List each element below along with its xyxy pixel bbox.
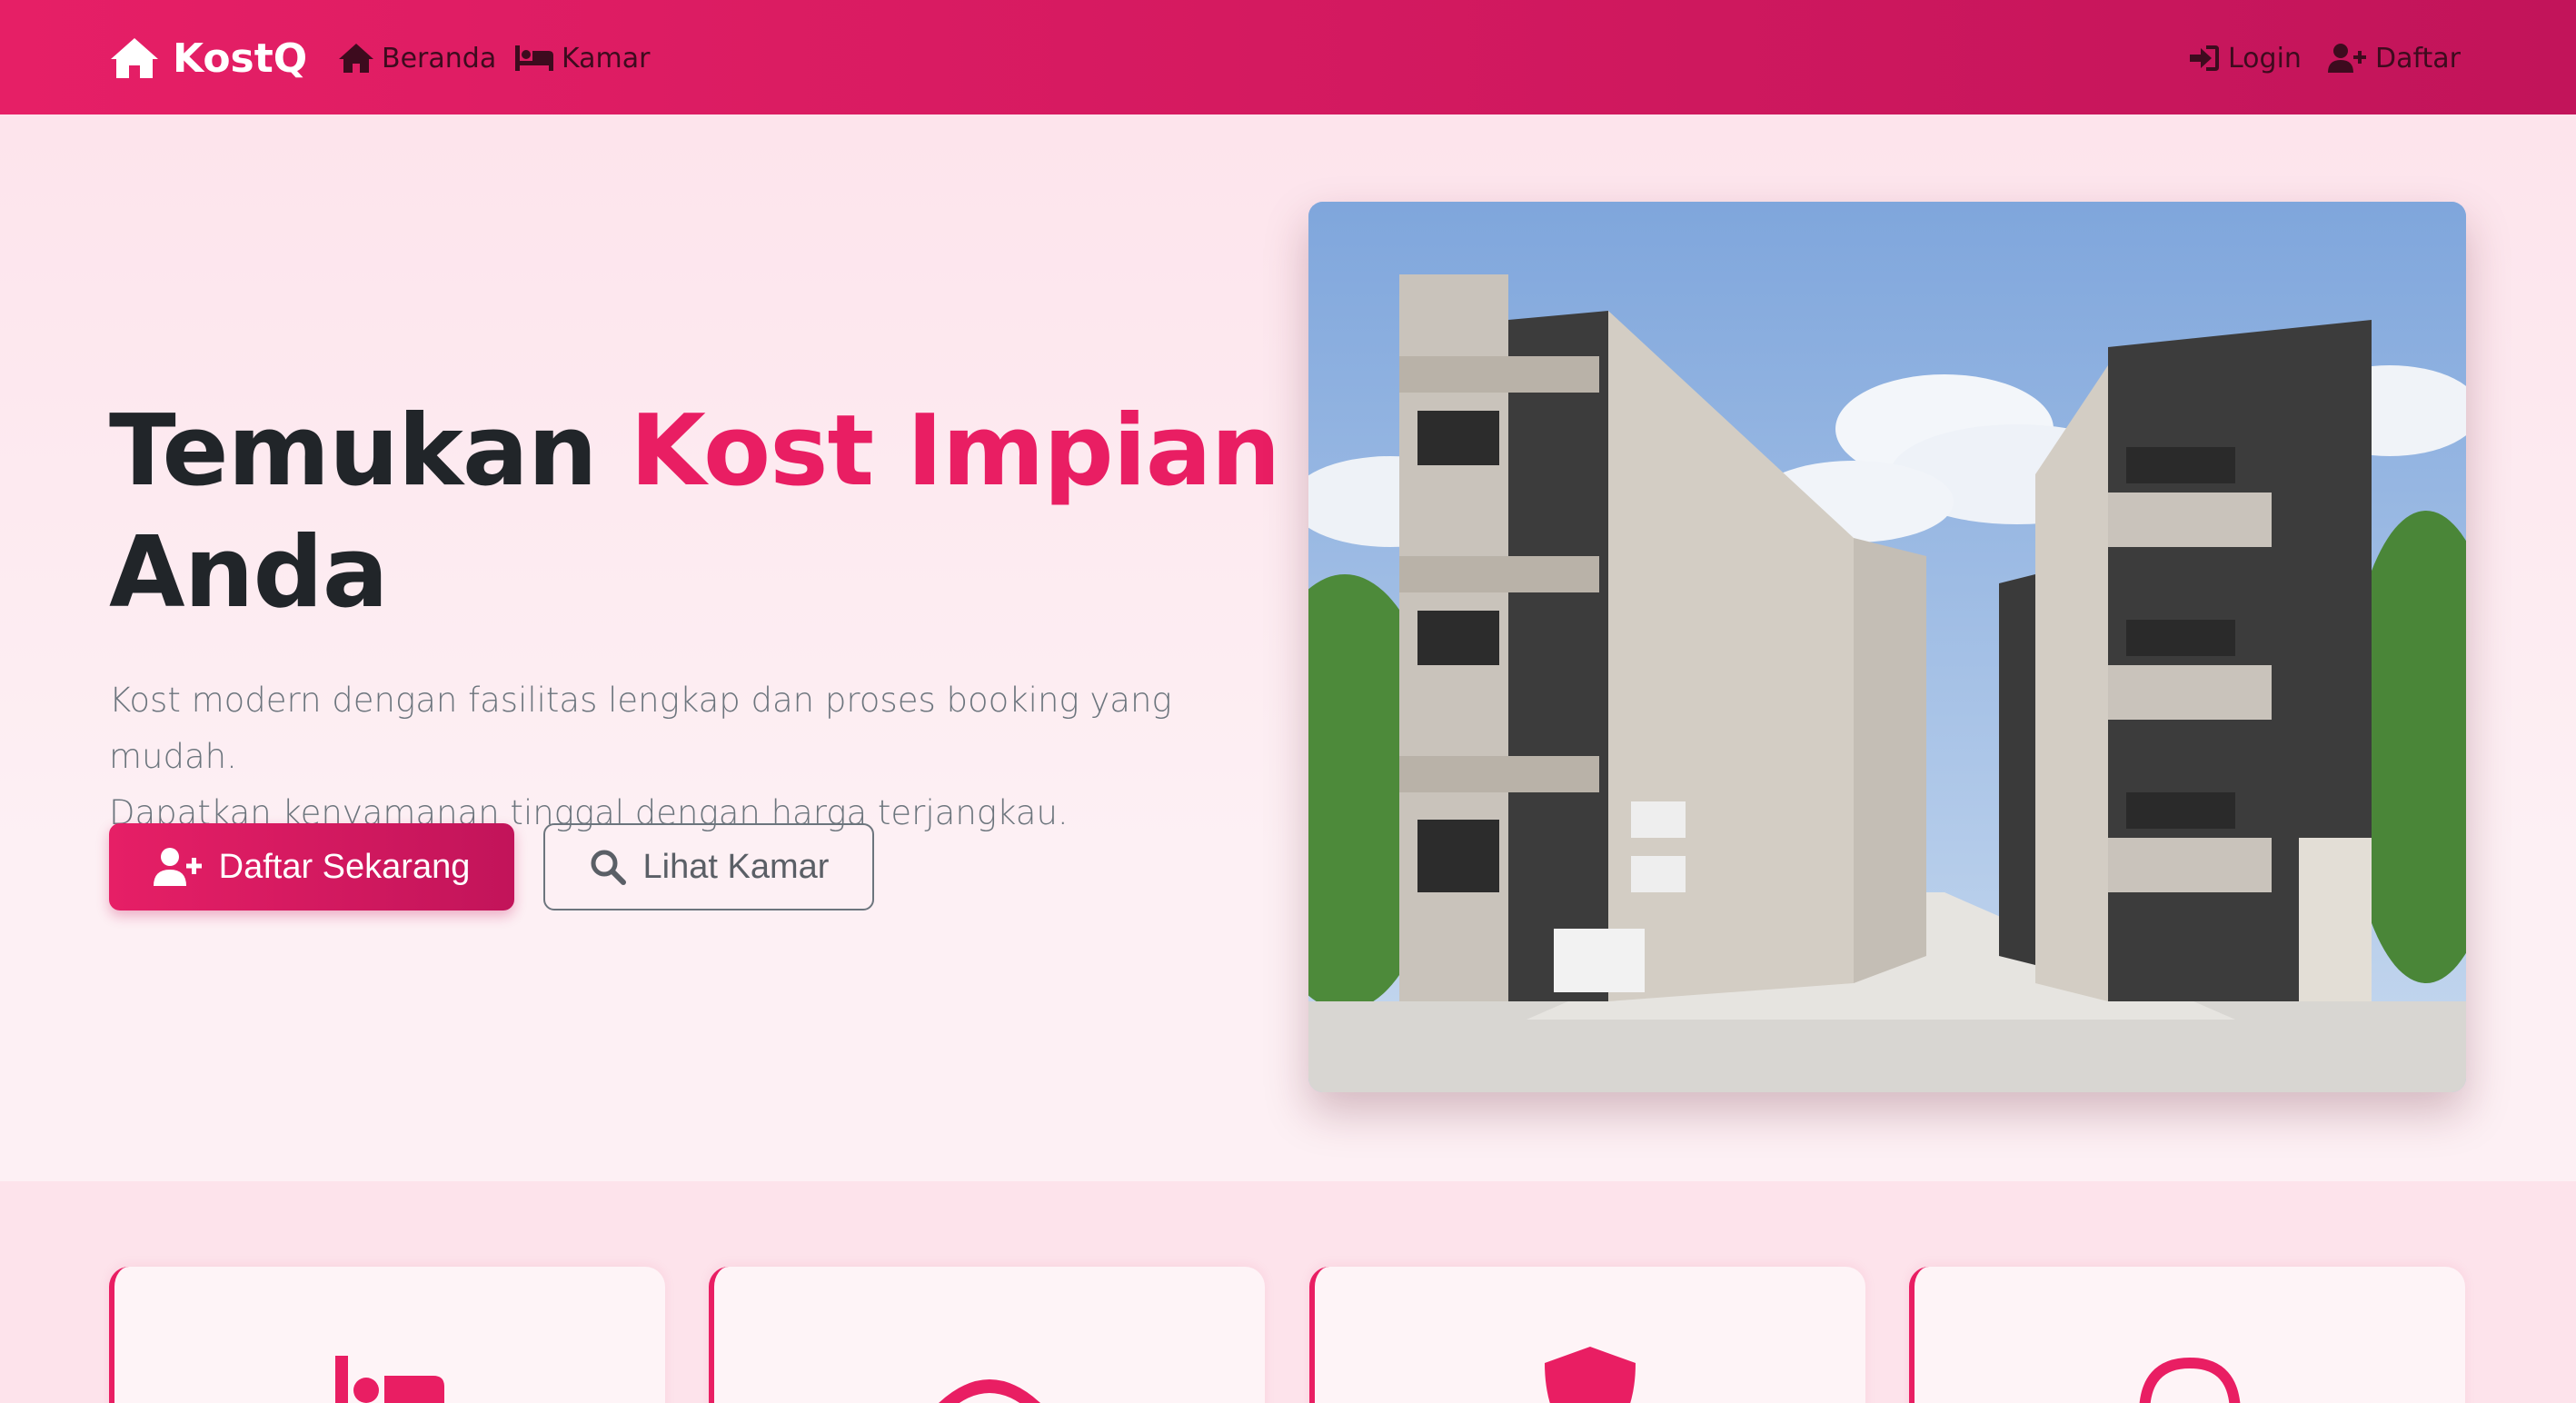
nav-item-label: Daftar bbox=[2375, 42, 2461, 75]
hero-building-image bbox=[1308, 202, 2466, 1092]
brand-link[interactable]: KostQ bbox=[109, 33, 307, 84]
nav-item-label: Beranda bbox=[382, 42, 497, 75]
button-label: Daftar Sekarang bbox=[218, 847, 471, 886]
home-icon bbox=[339, 44, 373, 73]
nav-item-login[interactable]: Login bbox=[2188, 38, 2302, 78]
nav-item-kamar[interactable]: Kamar bbox=[514, 38, 650, 78]
search-icon bbox=[591, 850, 626, 885]
sign-in-icon bbox=[2190, 45, 2219, 71]
user-plus-icon bbox=[153, 848, 202, 886]
nav-item-label: Login bbox=[2228, 42, 2302, 75]
user-plus-icon bbox=[2328, 44, 2366, 73]
bed-icon bbox=[335, 1356, 444, 1403]
nav-item-daftar[interactable]: Daftar bbox=[2328, 38, 2461, 78]
shield-icon bbox=[1545, 1347, 1636, 1403]
feature-card-kamar bbox=[109, 1267, 665, 1403]
hero-subtitle: Kost modern dengan fasilitas lengkap dan… bbox=[109, 672, 1308, 841]
navbar: KostQ Beranda Kamar Login Daftar bbox=[0, 0, 2576, 114]
brand-name: KostQ bbox=[173, 35, 308, 82]
nav-item-beranda[interactable]: Beranda bbox=[338, 38, 496, 78]
wifi-icon bbox=[939, 1379, 1040, 1403]
button-label: Lihat Kamar bbox=[642, 847, 830, 886]
hero-title-start: Temukan bbox=[109, 394, 598, 508]
feature-card-keamanan bbox=[1309, 1267, 1865, 1403]
hero-subtitle-line1: Kost modern dengan fasilitas lengkap dan… bbox=[109, 681, 1172, 776]
home-icon bbox=[111, 38, 158, 78]
feature-card-wifi bbox=[709, 1267, 1265, 1403]
hero-title: Temukan Kost Impian Anda bbox=[109, 391, 1290, 634]
hero-title-accent: Kost Impian bbox=[630, 394, 1280, 508]
nav-item-label: Kamar bbox=[562, 42, 651, 75]
feature-card-layanan bbox=[1909, 1267, 2465, 1403]
lihat-kamar-button[interactable]: Lihat Kamar bbox=[543, 823, 874, 910]
bed-icon bbox=[515, 45, 553, 71]
headset-icon bbox=[2139, 1357, 2241, 1403]
hero-title-end: Anda bbox=[109, 516, 389, 630]
daftar-sekarang-button[interactable]: Daftar Sekarang bbox=[109, 823, 514, 910]
